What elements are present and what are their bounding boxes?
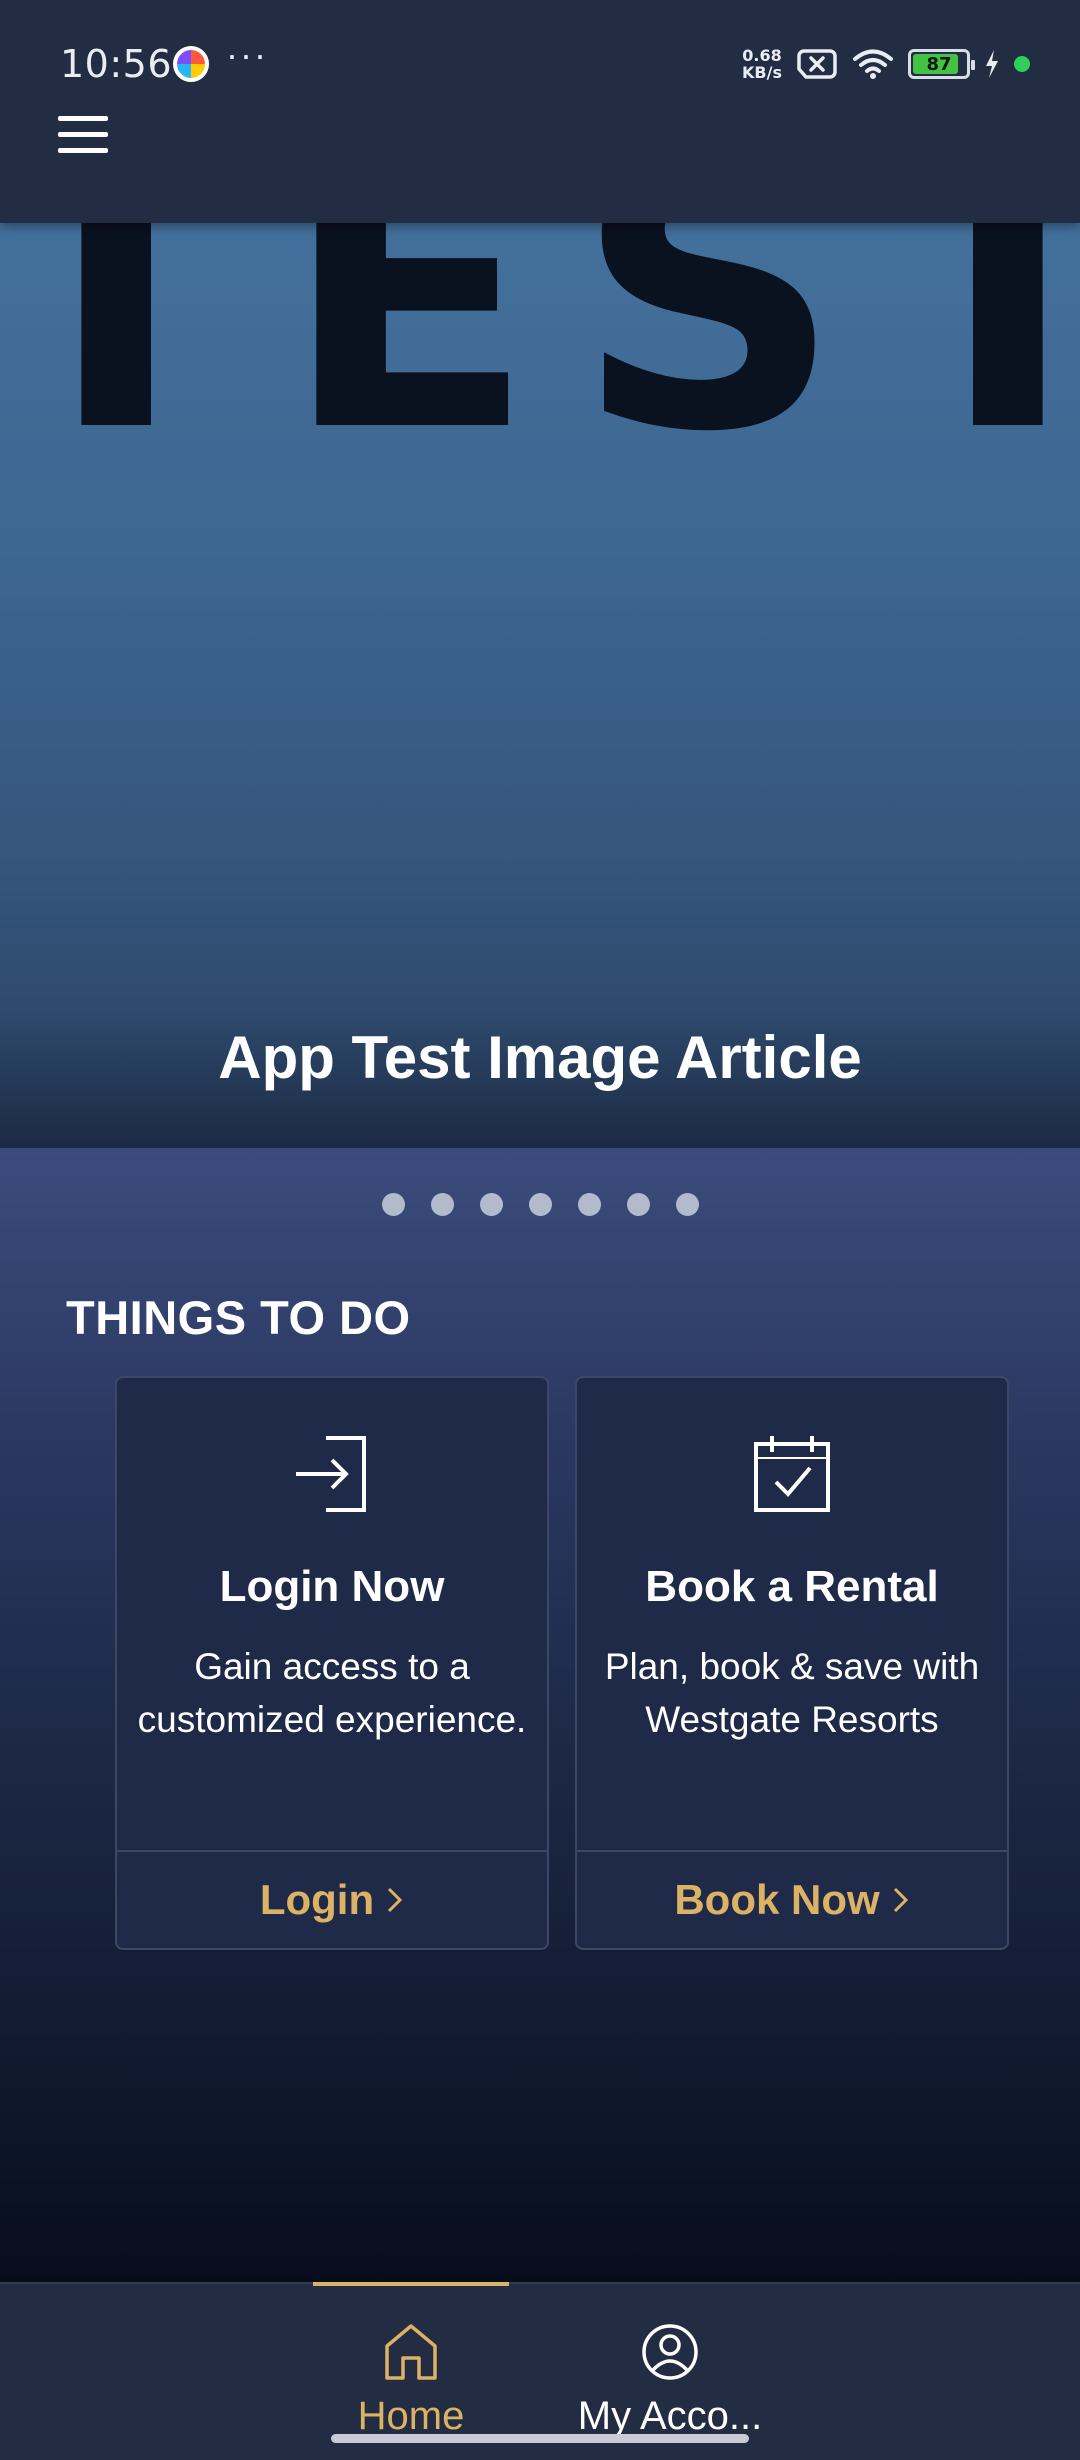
book-now-button-label: Book Now — [674, 1876, 880, 1923]
tab-icon-wrap — [311, 2322, 511, 2386]
carousel-dot[interactable] — [675, 1193, 699, 1216]
card-icon-wrap — [577, 1434, 1007, 1514]
carousel-dot[interactable] — [381, 1193, 405, 1216]
network-speed-unit: KB/s — [742, 63, 782, 82]
home-icon — [385, 2324, 437, 2380]
hero-carousel[interactable]: TEST 1 App Test Image Article — [0, 223, 1080, 1148]
login-card-description: Gain access to a customized experience. — [137, 1646, 527, 1740]
network-speed: 0.68 KB/s — [742, 47, 782, 81]
notification-app-icon — [173, 46, 209, 82]
network-speed-value: 0.68 — [742, 46, 782, 65]
menu-line — [58, 148, 108, 153]
login-icon — [296, 1436, 366, 1512]
login-card[interactable]: Login Now Gain access to a customized ex… — [115, 1376, 549, 1950]
carousel-pagination — [0, 1193, 1080, 1216]
no-sim-icon — [797, 49, 837, 79]
book-rental-card-title: Book a Rental — [645, 1562, 939, 1611]
status-indicators: 0.68 KB/s 87 — [742, 44, 1030, 84]
privacy-indicator-dot — [1014, 56, 1030, 72]
card-icon-wrap — [117, 1434, 547, 1514]
tab-my-account-label: My Acco... — [577, 2394, 763, 2438]
carousel-dot[interactable] — [528, 1193, 552, 1216]
app-screen: 10:56 ··· 0.68 KB/s 87 TEST App Test Ima… — [0, 0, 1080, 2460]
chevron-right-icon — [388, 1887, 403, 1913]
account-icon — [642, 2324, 698, 2380]
status-time: 10:56 — [60, 42, 173, 86]
things-to-do-heading: THINGS TO DO — [66, 1291, 411, 1344]
top-app-bar: 10:56 ··· 0.68 KB/s 87 — [0, 0, 1080, 223]
calendar-check-icon — [754, 1436, 830, 1512]
menu-line — [58, 132, 108, 137]
login-button-label: Login — [259, 1876, 375, 1923]
charging-bolt-icon — [986, 50, 998, 78]
status-overflow-dots: ··· — [226, 34, 268, 75]
chevron-right-icon — [893, 1887, 908, 1913]
hero-image-text: TEST 1 — [0, 223, 1080, 513]
book-now-button[interactable]: Book Now — [577, 1850, 1007, 1948]
carousel-dot[interactable] — [626, 1193, 650, 1216]
login-card-title: Login Now — [219, 1562, 445, 1611]
carousel-dot[interactable] — [430, 1193, 454, 1216]
book-rental-card-description: Plan, book & save with Westgate Resorts — [604, 1646, 980, 1740]
battery-indicator: 87 — [908, 49, 975, 79]
battery-level: 87 — [926, 53, 952, 75]
active-tab-indicator — [313, 2282, 509, 2286]
menu-line — [58, 116, 108, 121]
carousel-dot[interactable] — [577, 1193, 601, 1216]
login-button[interactable]: Login — [117, 1850, 547, 1948]
wifi-icon — [853, 49, 893, 79]
menu-button[interactable] — [52, 116, 114, 160]
hero-article-title[interactable]: App Test Image Article — [0, 1023, 1080, 1092]
tab-home-label: Home — [357, 2394, 465, 2438]
tab-icon-wrap — [570, 2322, 770, 2386]
book-rental-card[interactable]: Book a Rental Plan, book & save with Wes… — [575, 1376, 1009, 1950]
gesture-home-indicator[interactable] — [331, 2434, 749, 2443]
carousel-dot[interactable] — [479, 1193, 503, 1216]
